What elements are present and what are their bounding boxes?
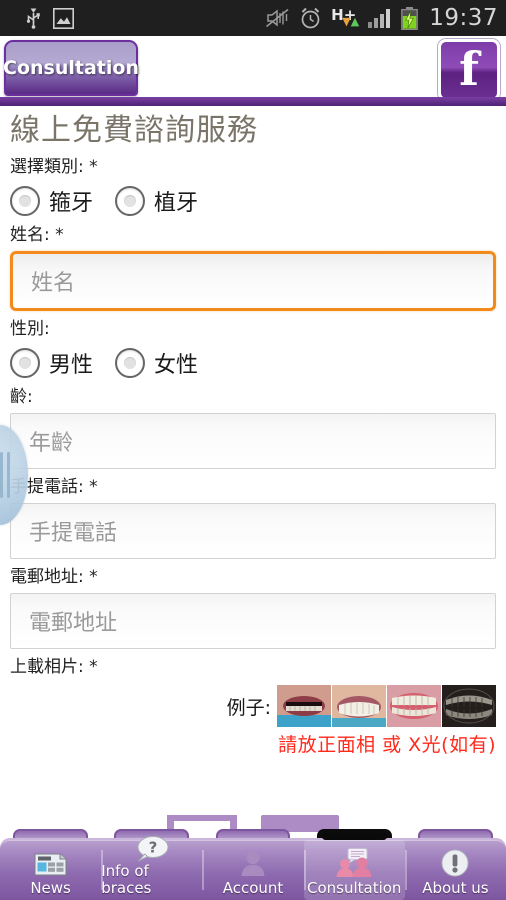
hplus-data-icon: H+ ▼ ▲: [331, 6, 360, 28]
svg-text:?: ?: [148, 839, 157, 857]
gender-option-label: 女性: [154, 353, 199, 378]
nav-label: About us: [422, 879, 489, 897]
upload-note: 請放正面相 或 X光(如有): [278, 734, 496, 756]
example-label: 例子:: [226, 696, 271, 719]
gender-option-female[interactable]: 女性: [115, 347, 198, 379]
person-icon: [238, 846, 268, 880]
consultation-form: 線上免費諮詢服務 選擇類別: * 箍牙 植牙 姓名: * 姓名 性別: 男性 女…: [0, 106, 506, 841]
alarm-clock-icon: [299, 7, 322, 30]
bottom-navigation: News ? Info of braces Account Consultati…: [0, 833, 506, 900]
two-people-chat-icon: [334, 846, 374, 880]
radio-circle[interactable]: [115, 186, 146, 216]
category-label: 選擇類別: *: [10, 157, 98, 177]
category-option-implant[interactable]: 植牙: [115, 185, 198, 217]
radio-circle[interactable]: [10, 186, 40, 216]
mute-vibrate-off-icon: [265, 8, 290, 28]
status-bar-left-icons: [26, 7, 74, 29]
teeth-photo-3-thumbnail: [387, 685, 441, 727]
name-label: 姓名: *: [10, 225, 64, 245]
status-bar-right-icons: H+ ▼ ▲ 19:37: [265, 5, 498, 31]
email-input[interactable]: 電郵地址: [10, 593, 496, 649]
category-option-label: 箍牙: [49, 191, 94, 216]
radio-circle[interactable]: [115, 348, 146, 378]
battery-charging-icon: [401, 6, 419, 30]
example-photos-row: 例子:: [10, 685, 496, 727]
dental-xray-photo-thumbnail: [442, 685, 496, 727]
app-screen: H+ ▼ ▲ 19:37 Consultation f 線上免費諮詢服務 選擇類…: [0, 0, 506, 900]
question-bubble-icon: ?: [134, 835, 170, 863]
usb-icon: [26, 7, 41, 29]
nav-item-about-us[interactable]: About us: [404, 840, 506, 900]
status-bar-clock: 19:37: [429, 5, 498, 31]
phone-input[interactable]: 手提電話: [10, 503, 496, 559]
gender-label: 性別:: [10, 319, 50, 339]
nav-item-news[interactable]: News: [0, 840, 101, 900]
header-divider: [0, 97, 506, 106]
radio-circle[interactable]: [10, 348, 40, 378]
nav-label: News: [30, 879, 71, 897]
nav-item-account[interactable]: Account: [202, 840, 303, 900]
phone-label: 手提電話: *: [10, 477, 98, 497]
page-tab-consultation[interactable]: Consultation: [3, 40, 139, 96]
teeth-photo-2-thumbnail: [332, 685, 386, 727]
gender-option-male[interactable]: 男性: [10, 347, 93, 379]
gender-option-label: 男性: [49, 353, 94, 378]
category-option-label: 植牙: [154, 191, 199, 216]
age-input[interactable]: 年齡: [10, 413, 496, 469]
nav-label: Info of braces: [101, 862, 152, 897]
example-thumbnails: [277, 685, 496, 727]
category-option-braces[interactable]: 箍牙: [10, 185, 93, 217]
signal-bars-icon: [368, 8, 392, 28]
name-input[interactable]: 姓名: [10, 251, 496, 311]
drag-grip-icon: [0, 452, 10, 498]
age-label: 齡:: [10, 387, 33, 407]
app-header: Consultation f: [0, 36, 506, 106]
nav-label: Account: [222, 879, 284, 897]
page-tab-label: Consultation: [3, 57, 139, 79]
nav-item-info-of-braces[interactable]: ? Info of braces: [101, 836, 202, 900]
page-title: 線上免費諮詢服務: [10, 113, 258, 148]
nav-item-consultation[interactable]: Consultation: [303, 833, 405, 900]
screenshot-image-icon: [53, 7, 74, 29]
exclamation-circle-icon: [440, 846, 470, 880]
email-label: 電郵地址: *: [10, 567, 98, 587]
facebook-button[interactable]: f: [438, 39, 500, 101]
teeth-photo-1-thumbnail: [277, 685, 331, 727]
nav-label: Consultation: [306, 879, 402, 897]
gender-radio-group: 男性 女性: [10, 347, 496, 379]
upload-label: 上載相片: *: [10, 657, 98, 677]
status-bar: H+ ▼ ▲ 19:37: [0, 0, 506, 36]
facebook-icon: f: [459, 42, 479, 96]
category-radio-group: 箍牙 植牙: [10, 185, 496, 217]
newspaper-icon: [34, 846, 68, 880]
